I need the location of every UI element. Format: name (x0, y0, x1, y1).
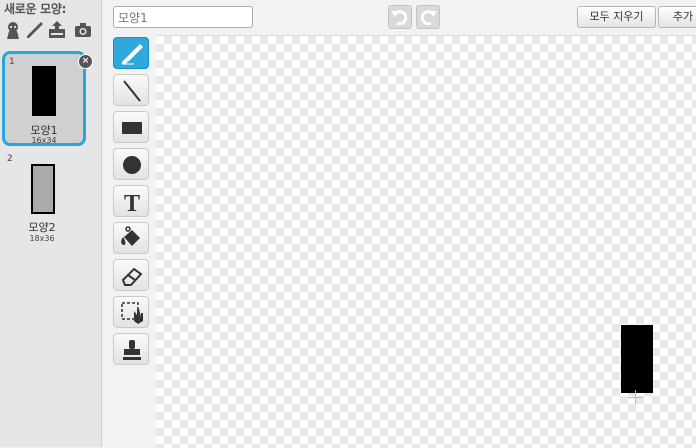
text-tool[interactable]: T (113, 185, 149, 217)
add-button[interactable]: 추가 (658, 6, 696, 28)
paint-canvas[interactable] (156, 35, 696, 448)
costume-thumbnail (31, 164, 55, 214)
undo-button[interactable] (388, 5, 412, 29)
rectangle-tool[interactable] (113, 111, 149, 143)
costume-size: 16x34 (31, 136, 57, 145)
fill-tool[interactable] (113, 222, 149, 254)
costume-name-input[interactable] (113, 6, 253, 28)
costume-shape (621, 325, 653, 393)
costume-number: 2 (7, 154, 13, 164)
costume-item-2[interactable]: 2 모양2 18x36 (3, 152, 83, 243)
delete-costume-button[interactable]: × (78, 54, 93, 69)
undo-icon (391, 10, 408, 26)
ellipse-tool[interactable] (113, 148, 149, 180)
line-tool[interactable] (113, 74, 149, 106)
text-tool-icon: T (124, 191, 140, 217)
costume-item-1[interactable]: 1 모양1 16x34 (2, 51, 86, 146)
brush-tool-icon (122, 44, 143, 65)
text-tool-glyph: T (124, 191, 140, 217)
upload-icon[interactable] (47, 20, 67, 40)
paintbrush-icon[interactable] (25, 20, 45, 40)
select-tool[interactable] (113, 296, 149, 328)
select-tool-icon (121, 302, 143, 324)
redo-button[interactable] (416, 5, 440, 29)
costume-number: 1 (9, 57, 15, 67)
new-costume-label: 새로운 모양: (4, 2, 67, 16)
costume-list-panel: 새로운 모양: 1 모양1 16x34 × 2 모양2 18x36 (0, 0, 102, 447)
eraser-tool[interactable] (113, 259, 149, 291)
camera-icon[interactable] (73, 20, 93, 40)
costume-thumbnail (32, 66, 56, 116)
ellipse-tool-icon (123, 156, 141, 174)
rectangle-tool-icon (122, 122, 142, 134)
redo-icon (420, 10, 437, 26)
clear-button[interactable]: 모두 지우기 (577, 6, 656, 28)
eraser-tool-icon (121, 267, 143, 286)
rotation-center-marker (635, 390, 636, 404)
line-tool-icon (123, 80, 141, 102)
paint-sprite-icon[interactable] (3, 20, 23, 40)
stamp-tool-icon (123, 340, 141, 360)
brush-tool[interactable] (113, 37, 149, 69)
fill-tool-icon (121, 226, 140, 246)
stamp-tool[interactable] (113, 333, 149, 365)
costume-size: 18x36 (29, 234, 55, 243)
costume-name: 모양2 (28, 221, 56, 234)
